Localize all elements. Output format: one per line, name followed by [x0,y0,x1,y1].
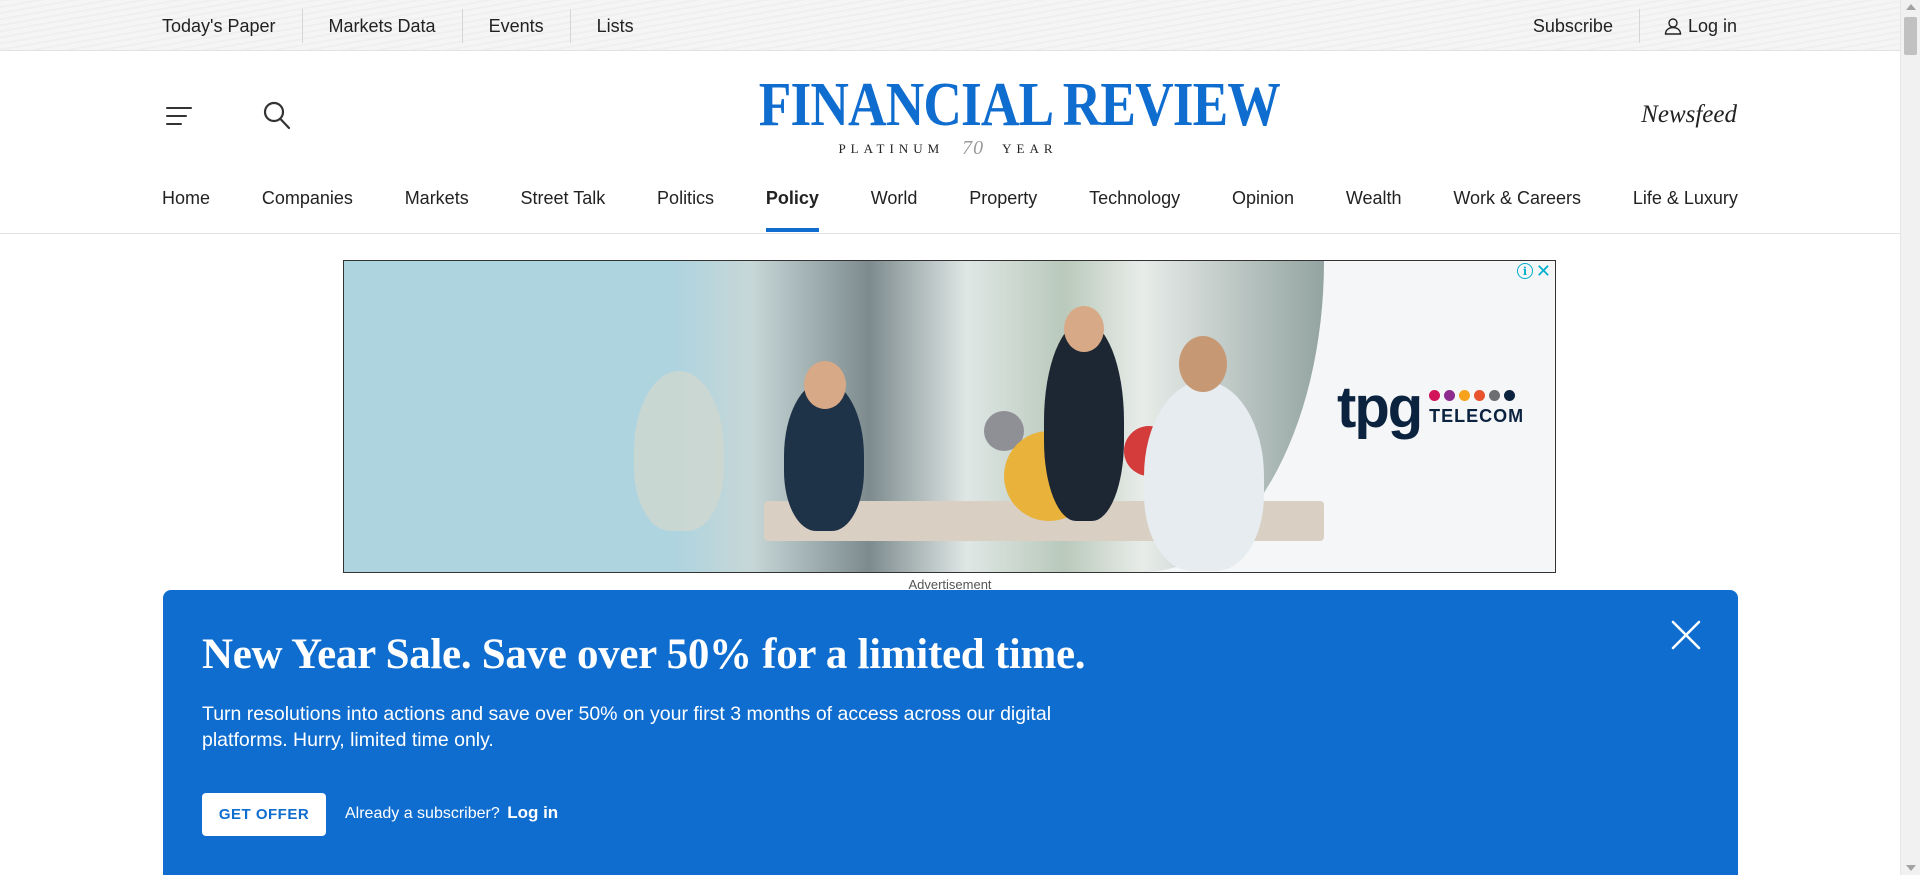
logo-wordmark: FINANCIAL REVIEW [758,71,1281,139]
nav-street-talk[interactable]: Street Talk [521,175,606,233]
ad-choices: i ✕ [1516,262,1551,280]
todays-paper-link[interactable]: Today's Paper [162,9,302,43]
telecom-label: TELECOM [1429,405,1525,426]
ad-photo-head [1064,306,1104,352]
nav-work-careers[interactable]: Work & Careers [1453,175,1581,233]
user-icon [1664,17,1682,35]
logo-tagline: PLATINUM 70 YEAR [728,137,1168,160]
ad-info-icon[interactable]: i [1516,263,1533,279]
subscribe-link[interactable]: Subscribe [1533,8,1640,43]
financial-review-logo[interactable]: FINANCIAL REVIEW PLATINUM 70 YEAR [728,71,1281,160]
page-scrollbar[interactable] [1900,0,1920,875]
nav-home[interactable]: Home [162,175,210,233]
close-promo-button[interactable] [1669,618,1703,652]
newsfeed-link[interactable]: Newsfeed [1641,101,1737,129]
nav-policy[interactable]: Policy [765,175,819,233]
already-subscriber-text: Already a subscriber? [345,805,500,822]
scroll-up-arrow[interactable] [1906,4,1916,10]
nav-markets[interactable]: Markets [405,175,469,233]
masthead: FINANCIAL REVIEW PLATINUM 70 YEAR Newsfe… [0,51,1900,234]
events-link[interactable]: Events [461,8,570,43]
account-links: Subscribe Log in [1533,0,1737,51]
already-subscriber: Already a subscriber? Log in [345,803,558,823]
search-icon [263,101,291,130]
login-link[interactable]: Log in [1640,9,1737,43]
ad-photo-person [634,371,724,531]
login-label: Log in [1687,15,1737,36]
nav-opinion[interactable]: Opinion [1232,175,1294,233]
get-offer-button[interactable]: GET OFFER [202,793,326,836]
hamburger-menu-icon [166,107,192,125]
nav-wealth[interactable]: Wealth [1346,175,1402,233]
logo-year: YEAR [1002,140,1058,156]
tpg-wordmark: tpg [1337,375,1423,440]
search-button[interactable] [262,100,292,132]
nav-property[interactable]: Property [969,175,1037,233]
promo-headline: New Year Sale. Save over 50% for a limit… [202,631,1086,678]
tpg-dot [1444,389,1456,401]
advertisement-banner[interactable]: tpg TELECOM i ✕ [343,260,1556,573]
new-year-sale-banner: New Year Sale. Save over 50% for a limit… [163,590,1738,875]
logo-platinum: PLATINUM [838,140,945,156]
nav-politics[interactable]: Politics [657,175,714,233]
scroll-down-arrow[interactable] [1906,865,1916,871]
tpg-dots [1429,389,1524,401]
nav-world[interactable]: World [871,175,918,233]
logo-seventy: 70 [962,137,985,159]
tpg-dot [1474,389,1486,401]
tpg-dot [1489,389,1501,401]
nav-life-luxury[interactable]: Life & Luxury [1633,175,1738,233]
markets-data-link[interactable]: Markets Data [301,8,462,43]
utility-links: Today's Paper Markets Data Events Lists [162,0,660,51]
ad-close-icon[interactable]: ✕ [1536,262,1551,280]
promo-body: Turn resolutions into actions and save o… [202,703,1052,751]
nav-companies[interactable]: Companies [262,175,353,233]
utility-bar: Today's Paper Markets Data Events Lists … [0,0,1900,51]
ad-photo-head [804,361,846,409]
ad-photo-head [1179,336,1227,392]
menu-button[interactable] [164,101,194,131]
section-nav: Home Companies Markets Street Talk Polit… [162,175,1738,233]
tpg-dot [1459,389,1471,401]
ad-photo-person [1144,381,1264,571]
nav-technology[interactable]: Technology [1089,175,1180,233]
tpg-telecom-logo: tpg TELECOM [1337,379,1524,437]
tpg-dot [1429,389,1441,401]
promo-login-link[interactable]: Log in [507,803,558,822]
scroll-thumb[interactable] [1904,17,1917,55]
telecom-block: TELECOM [1429,389,1525,427]
lists-link[interactable]: Lists [569,8,660,43]
tpg-dot [1504,389,1516,401]
close-icon [1671,620,1701,650]
